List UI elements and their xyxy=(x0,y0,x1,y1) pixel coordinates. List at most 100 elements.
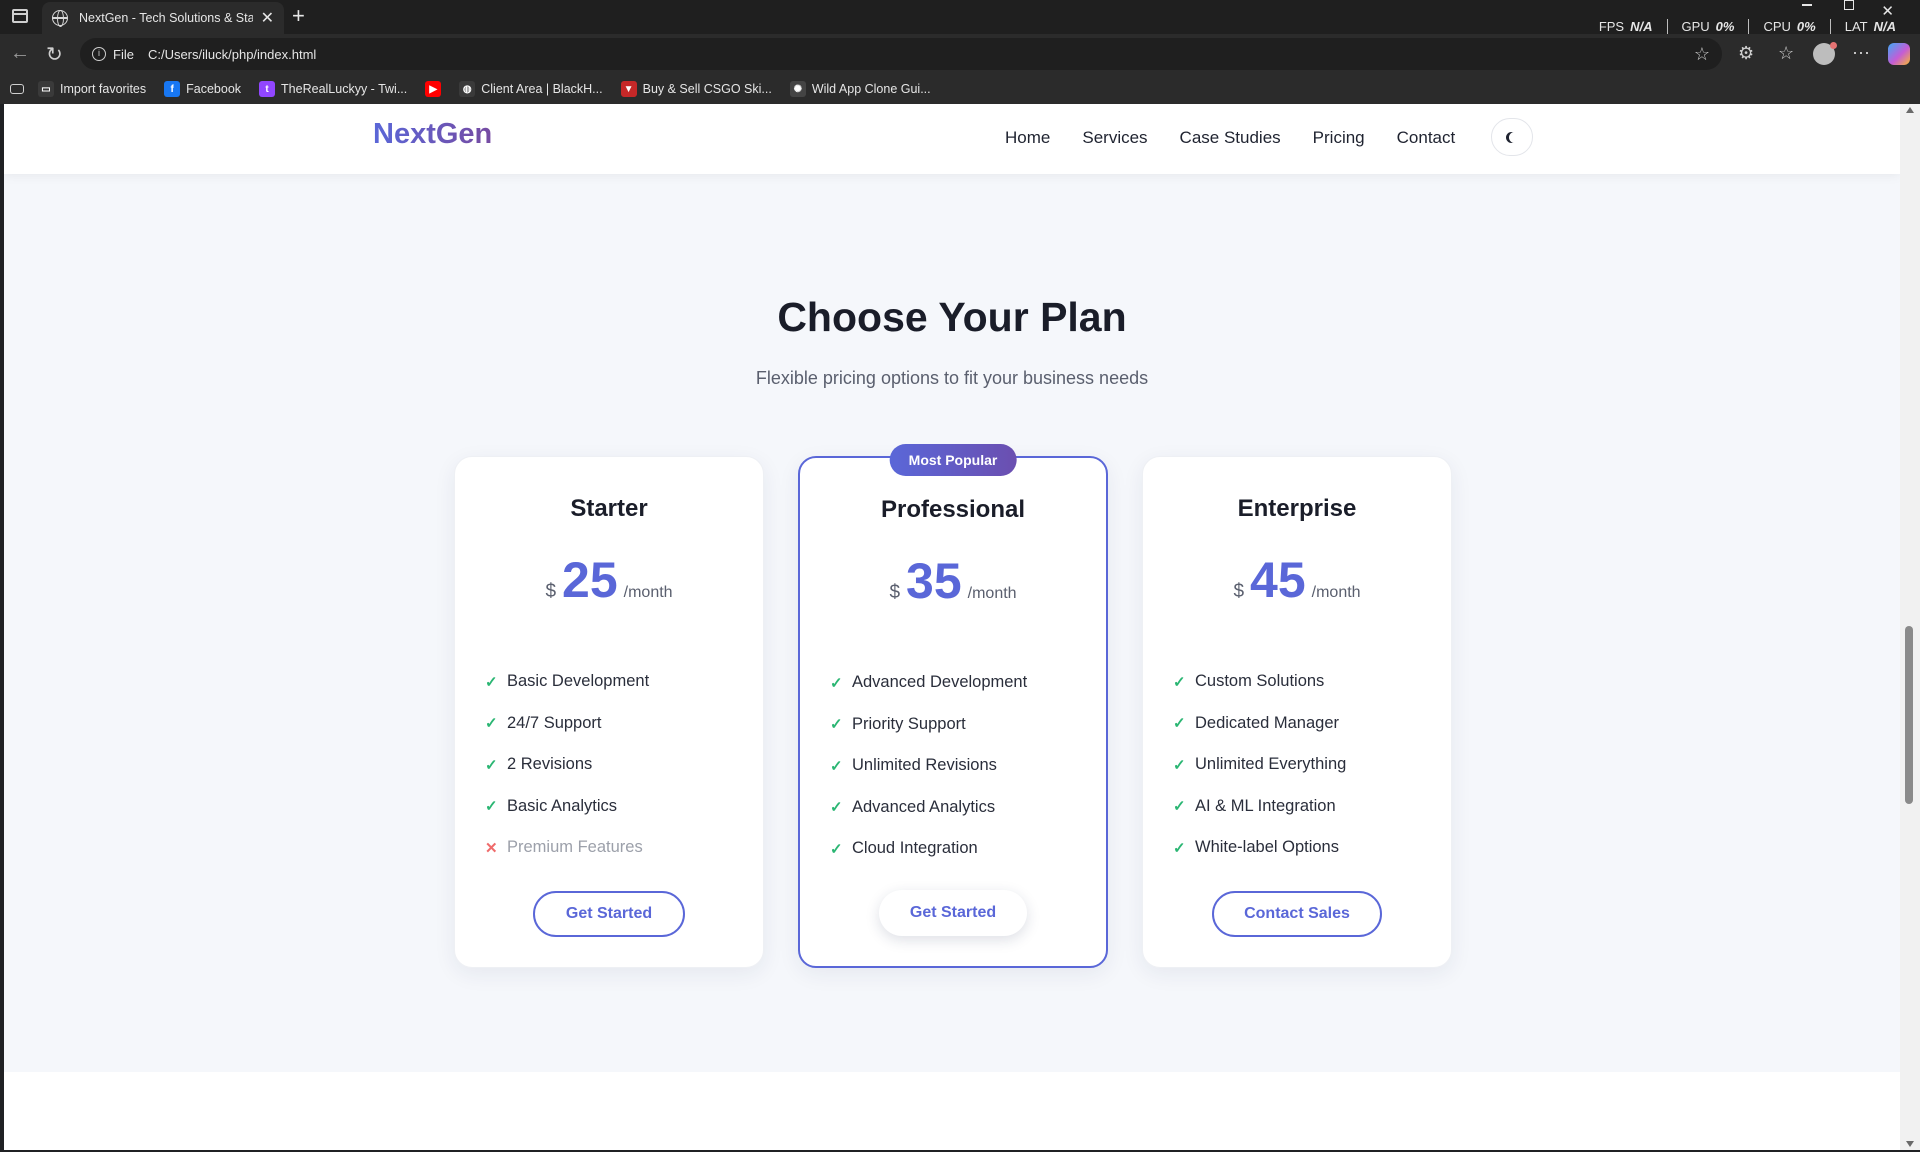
nav-services[interactable]: Services xyxy=(1082,128,1147,148)
close-window-icon[interactable]: ✕ xyxy=(1881,2,1894,20)
profile-avatar[interactable] xyxy=(1813,42,1837,65)
more-options-icon[interactable]: ⋯ xyxy=(1852,43,1870,64)
perf-fps: FPS N/A xyxy=(1585,19,1668,34)
feature-text: AI & ML Integration xyxy=(1195,796,1336,815)
nav-case-studies[interactable]: Case Studies xyxy=(1180,128,1281,148)
tab-actions-icon[interactable] xyxy=(12,9,28,23)
favorite-star-icon[interactable]: ☆ xyxy=(1694,44,1710,65)
feature-item: ✓ Cloud Integration xyxy=(830,828,1027,870)
check-icon: ✓ xyxy=(1173,839,1186,857)
page-viewport: NextGen Home Services Case Studies Prici… xyxy=(4,104,1900,1150)
favorite-label: TheRealLuckyy - Twi... xyxy=(281,82,408,96)
extensions-icon[interactable]: ⚙ xyxy=(1738,43,1754,64)
check-icon: ✓ xyxy=(830,757,843,775)
address-url[interactable]: C:/Users/iluck/php/index.html xyxy=(148,47,316,62)
feature-item: ✓ White-label Options xyxy=(1173,827,1346,869)
feature-text: Basic Development xyxy=(507,672,650,691)
feature-text: Advanced Development xyxy=(852,673,1028,692)
feature-text: 2 Revisions xyxy=(507,755,593,774)
plan-name: Professional xyxy=(880,496,1026,523)
check-icon: ✓ xyxy=(485,798,498,816)
contact-sales-button[interactable]: Contact Sales xyxy=(1212,891,1382,937)
copilot-icon[interactable] xyxy=(1888,43,1910,65)
plan-price: $ 45 /month xyxy=(1143,551,1451,609)
globe-icon xyxy=(52,10,68,27)
favorite-item[interactable]: ▶ xyxy=(425,81,442,97)
new-tab-button[interactable]: + xyxy=(292,3,305,29)
check-icon: ✓ xyxy=(830,840,843,858)
moon-icon xyxy=(1509,132,1520,143)
browser-tab-active[interactable]: NextGen - Tech Solutions & Startups ✕ xyxy=(42,2,284,34)
feature-text: Unlimited Revisions xyxy=(852,756,997,775)
feature-text: Custom Solutions xyxy=(1195,672,1325,691)
theme-toggle-button[interactable] xyxy=(1491,118,1533,156)
perf-lat: LAT N/A xyxy=(1844,19,1896,34)
close-tab-icon[interactable]: ✕ xyxy=(261,8,274,28)
check-icon: ✓ xyxy=(1173,673,1186,691)
feature-item: ✓ Unlimited Everything xyxy=(1173,744,1346,786)
reload-icon[interactable]: ↻ xyxy=(46,42,63,67)
minimize-window-icon[interactable] xyxy=(1802,4,1812,6)
check-icon: ✓ xyxy=(830,799,843,817)
favorite-label: Client Area | BlackH... xyxy=(481,82,603,96)
favorite-item[interactable]: ▼ Buy & Sell CSGO Ski... xyxy=(620,81,772,97)
plan-card-professional: Most Popular Professional $ 35 /month ✓ A… xyxy=(798,444,1108,968)
feature-item: ✓ Basic Analytics xyxy=(485,786,649,828)
favorites-bar-toggle-icon[interactable] xyxy=(10,84,24,94)
price-period: /month xyxy=(623,584,673,601)
next-section xyxy=(4,1072,1900,1150)
favorite-item[interactable]: ◍ Client Area | BlackH... xyxy=(459,81,603,97)
favorite-item[interactable]: ▭ Import favorites xyxy=(38,81,146,97)
maximize-window-icon[interactable] xyxy=(1844,0,1854,10)
favorite-item[interactable]: f Facebook xyxy=(164,81,241,97)
price-currency: $ xyxy=(889,582,901,603)
site-header: NextGen Home Services Case Studies Prici… xyxy=(4,104,1900,174)
professional-get-started-button[interactable]: Get Started xyxy=(879,890,1027,936)
nav-contact[interactable]: Contact xyxy=(1397,128,1456,148)
feature-item: ✓ Custom Solutions xyxy=(1173,661,1346,703)
feature-item: ✓ Advanced Development xyxy=(830,662,1027,704)
feature-item: ✓ Priority Support xyxy=(830,704,1027,746)
feature-text: Advanced Analytics xyxy=(852,797,996,816)
feature-text: Premium Features xyxy=(507,838,643,857)
price-period: /month xyxy=(1311,584,1361,601)
scroll-thumb[interactable] xyxy=(1905,626,1913,804)
favorite-label: Import favorites xyxy=(60,82,147,96)
pricing-section: Choose Your Plan Flexible pricing option… xyxy=(4,174,1900,1072)
starter-get-started-button[interactable]: Get Started xyxy=(533,891,685,937)
favorite-label: Buy & Sell CSGO Ski... xyxy=(642,82,772,96)
check-icon: ✓ xyxy=(830,674,843,692)
favorite-label: Wild App Clone Gui... xyxy=(811,82,931,96)
nav-pricing[interactable]: Pricing xyxy=(1313,128,1365,148)
cross-icon: ✕ xyxy=(485,839,498,857)
nav-home[interactable]: Home xyxy=(1005,128,1050,148)
site-info-icon[interactable]: i xyxy=(92,47,106,61)
globe-icon: ◍ xyxy=(459,81,476,97)
check-icon: ✓ xyxy=(485,715,498,733)
scroll-down-icon[interactable] xyxy=(1906,1141,1914,1147)
most-popular-badge: Most Popular xyxy=(889,444,1017,476)
feature-item: ✓ Dedicated Manager xyxy=(1173,703,1346,745)
feature-text: Cloud Integration xyxy=(852,839,978,858)
price-currency: $ xyxy=(545,581,557,602)
feature-text: Unlimited Everything xyxy=(1195,755,1347,774)
perf-gpu: GPU 0% xyxy=(1668,19,1750,34)
scroll-up-icon[interactable] xyxy=(1906,107,1914,113)
favorite-item[interactable]: ✺ Wild App Clone Gui... xyxy=(789,81,931,97)
favorite-item[interactable]: t TheRealLuckyy - Twi... xyxy=(259,81,407,97)
site-logo[interactable]: NextGen xyxy=(373,118,492,151)
address-scheme-label: File xyxy=(113,46,134,62)
feature-item: ✓ Basic Development xyxy=(485,661,649,703)
address-bar[interactable]: i File C:/Users/iluck/php/index.html ☆ xyxy=(80,38,1722,70)
feature-list: ✓ Custom Solutions ✓ Dedicated Manager ✓ Unli… xyxy=(1173,661,1346,869)
performance-overlay: FPS N/A GPU 0% CPU 0% LAT N/A xyxy=(1585,19,1896,34)
plan-card-enterprise: Enterprise $ 45 /month ✓ Custom Solutions… xyxy=(1142,456,1452,968)
plan-card-starter: Starter $ 25 /month ✓ Basic Development ✓ 2… xyxy=(454,456,764,968)
favorites-icon[interactable]: ☆ xyxy=(1778,43,1794,64)
browser-toolbar: ← ↻ i File C:/Users/iluck/php/index.html… xyxy=(0,34,1920,74)
check-icon: ✓ xyxy=(1173,756,1186,774)
perf-cpu: CPU 0% xyxy=(1749,19,1831,34)
tab-title: NextGen - Tech Solutions & Startups xyxy=(79,11,253,25)
page-scrollbar[interactable] xyxy=(1900,104,1920,1150)
back-icon[interactable]: ← xyxy=(10,42,30,65)
